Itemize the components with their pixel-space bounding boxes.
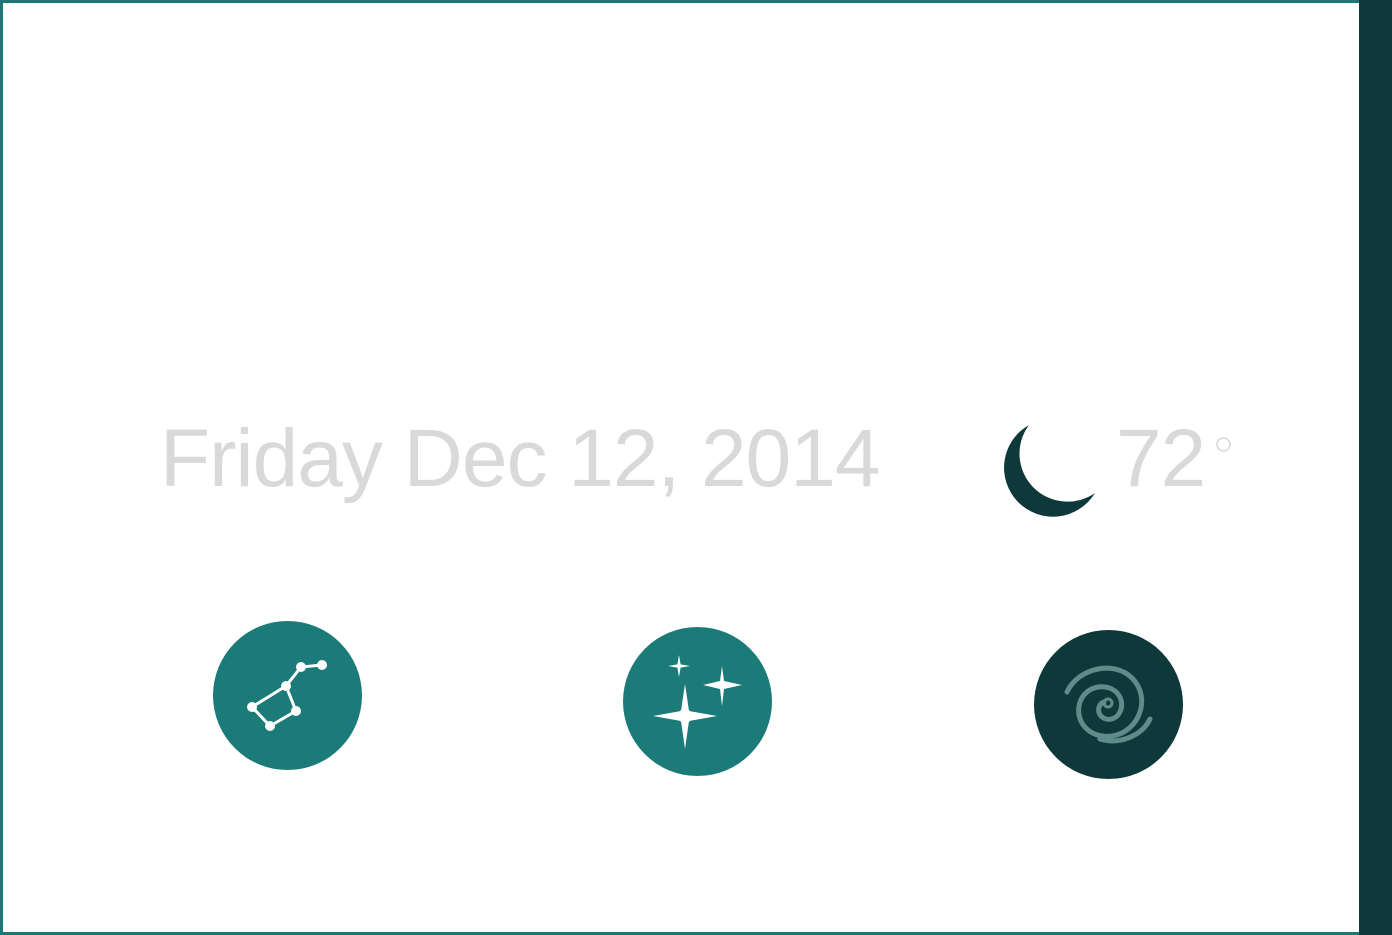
constellation-button[interactable] (213, 621, 362, 770)
galaxy-button[interactable] (1034, 630, 1183, 779)
temperature-value: 72 (1116, 413, 1206, 504)
constellation-icon (247, 660, 327, 731)
date-label: Dec 12, 2014 (403, 413, 881, 504)
spiral-galaxy-icon (1064, 665, 1153, 744)
degree-symbol-icon (1216, 437, 1231, 452)
stars-button[interactable] (623, 627, 772, 776)
side-panel-edge[interactable] (1359, 0, 1392, 935)
crescent-moon-icon (1004, 425, 1095, 517)
day-label: Friday (160, 413, 383, 504)
sparkle-stars-icon (653, 655, 742, 749)
date-display: Friday Dec 12, 2014 (160, 418, 880, 500)
